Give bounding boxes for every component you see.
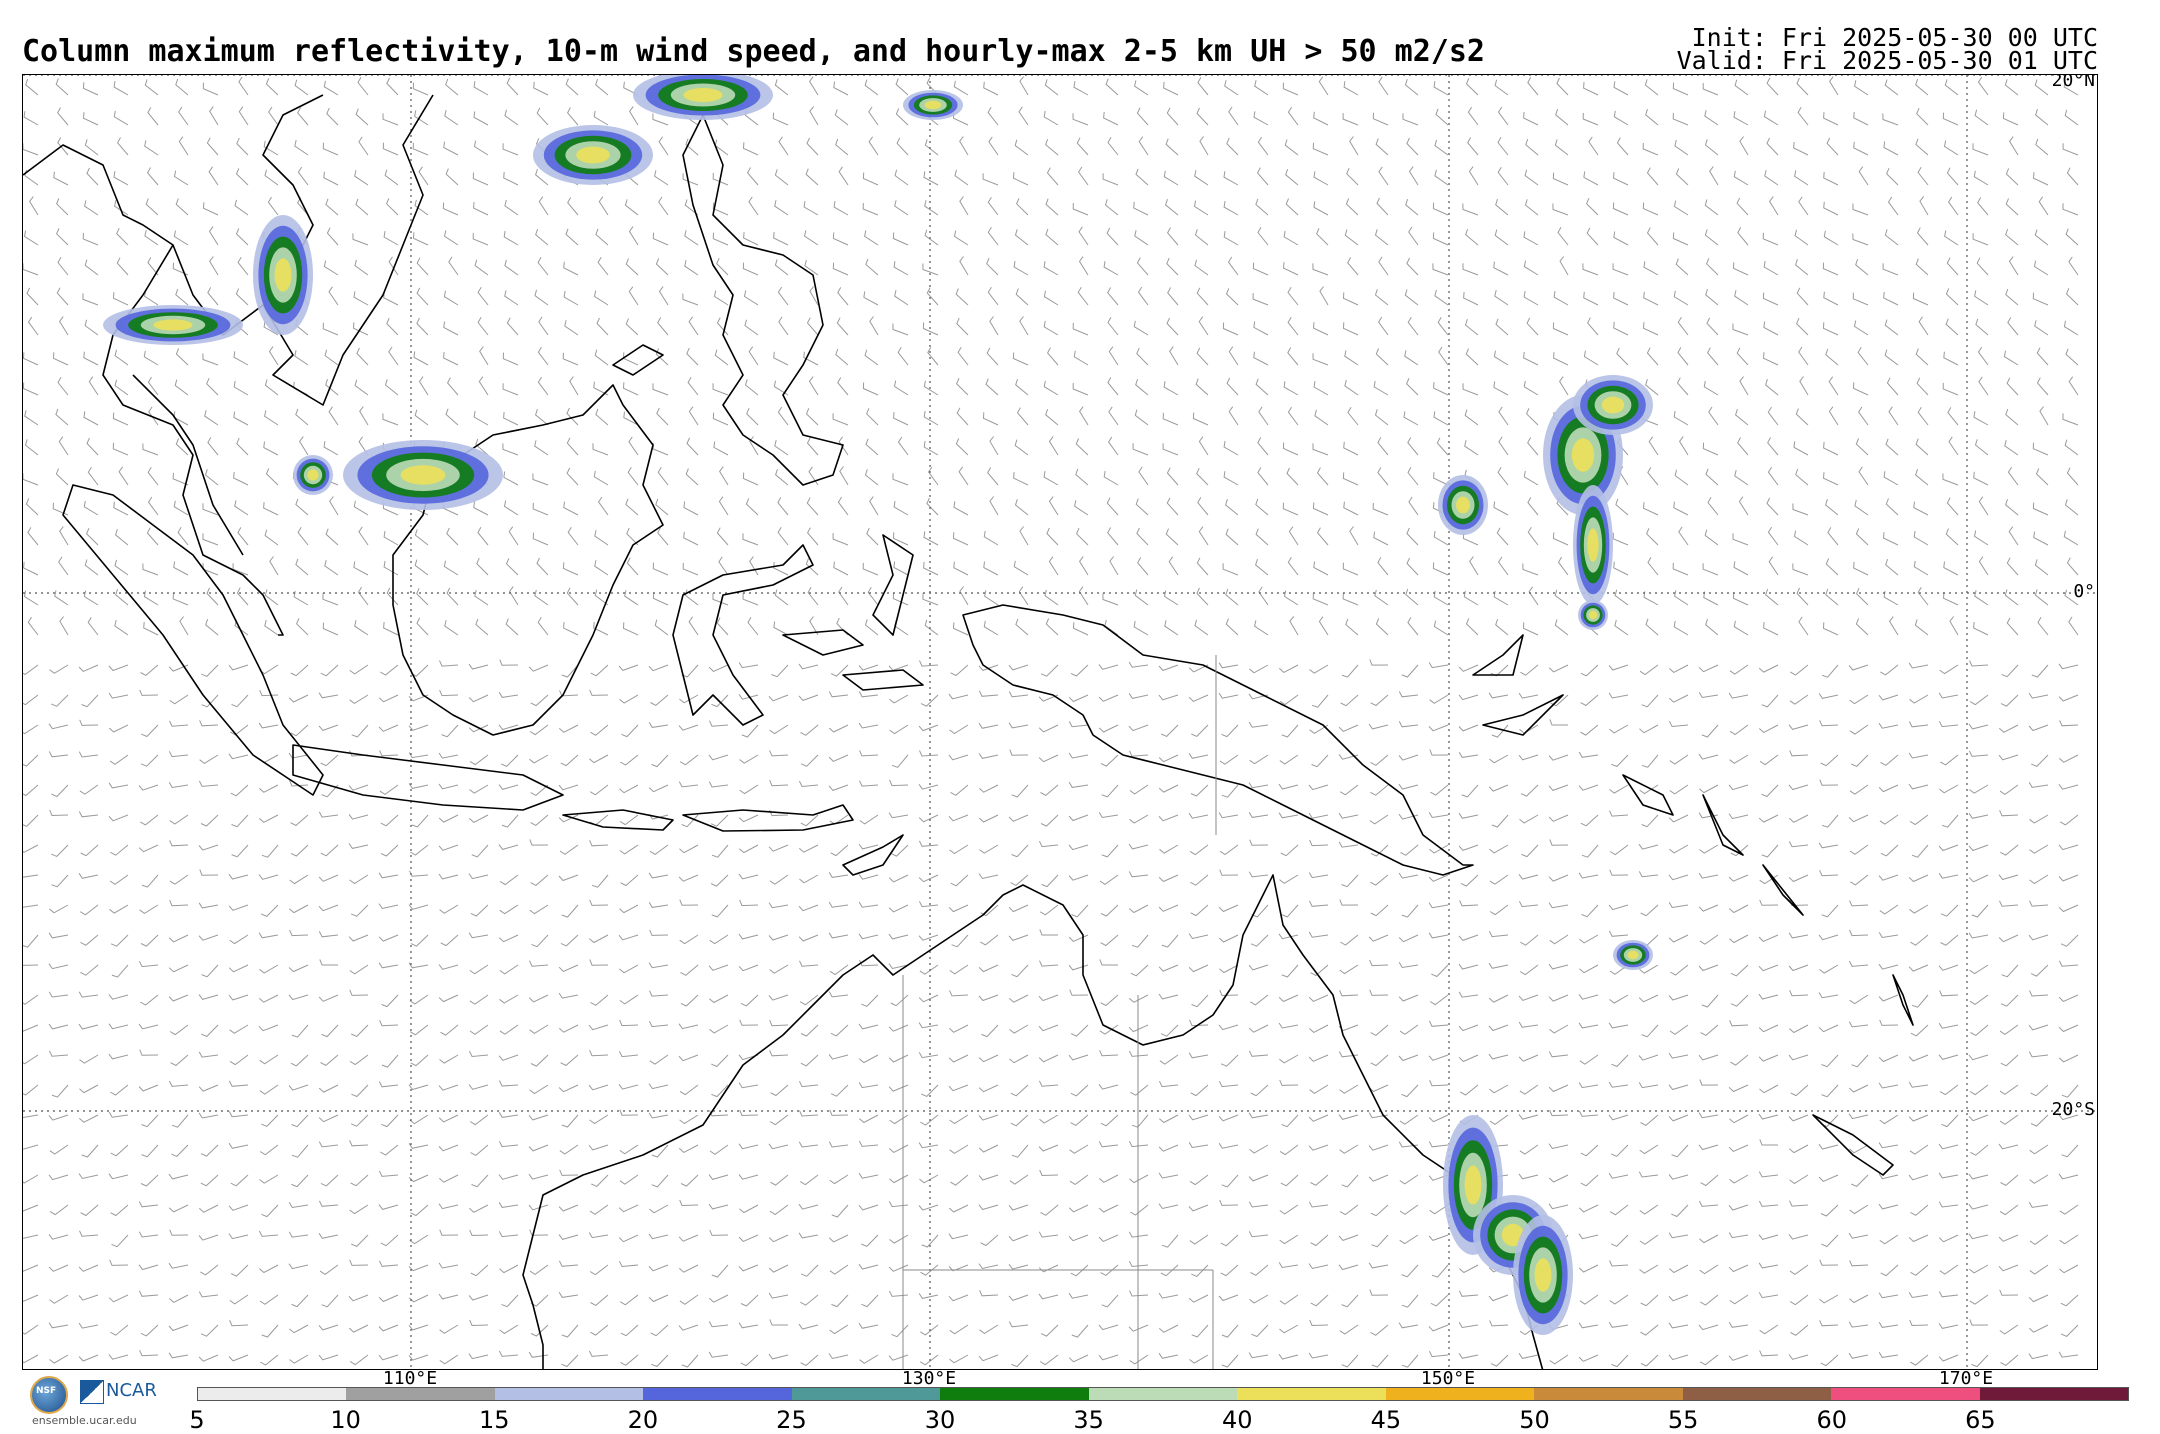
colorbar-tick-label: 30 (924, 1406, 956, 1434)
map-panel: 20°N 0° 20°S (22, 74, 2098, 1370)
lon-label-130e: 130°E (901, 1368, 957, 1389)
colorbar-segment (791, 1388, 941, 1400)
colorbar-segment (494, 1388, 644, 1400)
colorbar-tick-label: 40 (1222, 1406, 1253, 1434)
nsf-logo-text: NSF (36, 1386, 57, 1396)
wind-barbs (23, 76, 2079, 1368)
colorbar-tick-label: 45 (1370, 1406, 1402, 1434)
colorbar-segment (1831, 1388, 1980, 1400)
colorbar-segment (940, 1388, 1089, 1400)
lat-label-20n: 20°N (2051, 74, 2095, 91)
lat-label-equator: 0° (2073, 581, 2095, 602)
lon-label-170e: 170°E (1938, 1368, 1994, 1389)
ensemble-url: ensemble.ucar.edu (32, 1414, 137, 1427)
map-canvas (23, 75, 2097, 1369)
colorbar-segment (1385, 1388, 1535, 1400)
ncar-logo-text: NCAR (106, 1380, 157, 1401)
colorbar-segment (1237, 1388, 1386, 1400)
colorbar-tick-label: 10 (330, 1406, 361, 1434)
colorbar-tick-label: 60 (1816, 1406, 1848, 1434)
colorbar-tick-label: 25 (776, 1406, 807, 1434)
logos: NSF NCAR ensemble.ucar.edu (22, 1374, 157, 1429)
colorbar-tick-label: 20 (627, 1406, 659, 1434)
colorbar-tick-label: 35 (1073, 1406, 1104, 1434)
lon-label-110e: 110°E (382, 1368, 438, 1389)
colorbar-tick-label: 50 (1519, 1406, 1550, 1434)
colorbar-tick-label: 65 (1965, 1406, 1996, 1434)
colorbar-segment (1088, 1388, 1238, 1400)
colorbar-tick-label: 15 (478, 1406, 510, 1434)
reflectivity-colorbar (197, 1387, 2129, 1401)
colorbar-segment (1534, 1388, 1683, 1400)
chart-title: Column maximum reflectivity, 10-m wind s… (22, 34, 1485, 69)
colorbar-tick-label: 5 (189, 1406, 205, 1434)
colorbar-segment (1682, 1388, 1832, 1400)
lon-label-150e: 150°E (1420, 1368, 1476, 1389)
colorbar-segment (1979, 1388, 2129, 1400)
colorbar-segment (346, 1388, 495, 1400)
colorbar-tick-label: 55 (1667, 1406, 1699, 1434)
ncar-logo-icon (80, 1380, 104, 1404)
country-borders (902, 655, 1217, 1369)
colorbar-segment (198, 1388, 347, 1400)
graticule (23, 75, 2097, 1369)
lat-label-20s: 20°S (2051, 1099, 2095, 1120)
valid-time: Valid: Fri 2025-05-30 01 UTC (1676, 46, 2098, 75)
reflectivity-cells (103, 75, 1653, 1335)
colorbar-segment (643, 1388, 792, 1400)
